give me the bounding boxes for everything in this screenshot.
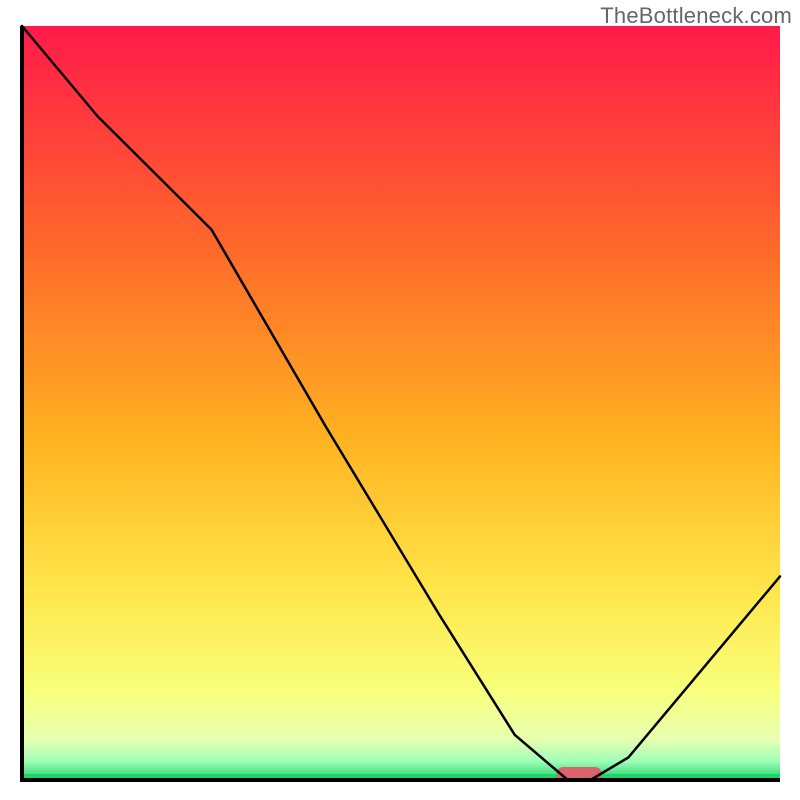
chart-background	[22, 26, 780, 780]
bottleneck-chart	[0, 0, 800, 800]
watermark-text: TheBottleneck.com	[600, 3, 792, 29]
